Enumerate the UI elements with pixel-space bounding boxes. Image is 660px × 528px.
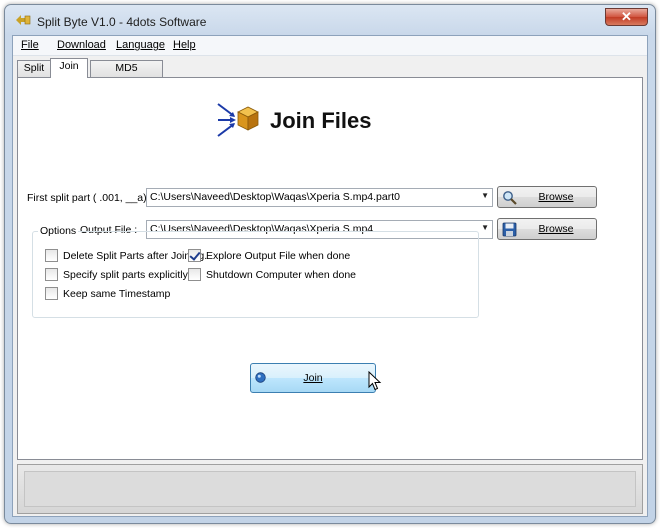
browse-label: Browse	[538, 223, 574, 235]
menu-help[interactable]: Help	[173, 39, 196, 51]
checkbox-box[interactable]	[45, 268, 58, 281]
floppy-disk-icon	[502, 222, 517, 237]
browse-label: Browse	[538, 191, 574, 203]
delete-split-parts-checkbox[interactable]: Delete Split Parts after Joining.	[45, 249, 207, 262]
explore-output-checkbox[interactable]: Explore Output File when done	[188, 249, 350, 262]
menu-file[interactable]: File	[21, 39, 39, 51]
shutdown-computer-checkbox[interactable]: Shutdown Computer when done	[188, 268, 356, 281]
client-area: File Download Language Help Split Join M…	[12, 35, 648, 517]
checkbox-box[interactable]	[188, 268, 201, 281]
checkbox-label: Specify split parts explicitly	[63, 268, 188, 281]
join-button-label: Join	[303, 372, 323, 384]
specify-parts-checkbox[interactable]: Specify split parts explicitly	[45, 268, 188, 281]
first-part-combo[interactable]: C:\Users\Naveed\Desktop\Waqas\Xperia S.m…	[146, 188, 493, 207]
tab-join[interactable]: Join	[50, 58, 88, 78]
chevron-down-icon[interactable]: ▼	[481, 223, 489, 232]
checkbox-label: Keep same Timestamp	[63, 287, 171, 300]
tab-md5-checksum[interactable]: MD5 Checksum	[90, 60, 163, 89]
checkbox-box[interactable]	[45, 287, 58, 300]
status-bar	[17, 464, 643, 514]
checkbox-label: Shutdown Computer when done	[206, 268, 357, 281]
window-title: Split Byte V1.0 - 4dots Software	[37, 15, 207, 29]
checkbox-box[interactable]	[45, 249, 58, 262]
status-panel	[24, 471, 636, 507]
menu-download[interactable]: Download	[57, 39, 106, 51]
close-button[interactable]: ✕	[605, 8, 648, 26]
chevron-down-icon[interactable]: ▼	[481, 191, 489, 200]
magnifier-icon	[503, 191, 517, 205]
join-button[interactable]: Join	[250, 363, 376, 393]
menu-bar: File Download Language Help	[13, 36, 647, 56]
keep-timestamp-checkbox[interactable]: Keep same Timestamp	[45, 287, 170, 300]
first-part-label: First split part ( .001, __a) :	[27, 192, 153, 204]
join-files-icon	[217, 103, 259, 137]
app-icon	[16, 15, 31, 25]
browse-first-part-button[interactable]: Browse	[497, 186, 597, 208]
checkbox-label: Delete Split Parts after Joining.	[63, 249, 208, 262]
menu-language[interactable]: Language	[116, 39, 165, 51]
options-group: Options Delete Split Parts after Joining…	[32, 225, 479, 318]
title-bar[interactable]: Split Byte V1.0 - 4dots Software ✕	[5, 5, 655, 35]
join-panel: Join Files First split part ( .001, __a)…	[17, 77, 643, 460]
mouse-pointer-icon	[368, 371, 382, 391]
first-part-value: C:\Users\Naveed\Desktop\Waqas\Xperia S.m…	[150, 191, 400, 203]
app-window: Split Byte V1.0 - 4dots Software ✕ File …	[4, 4, 656, 524]
options-title: Options	[38, 225, 79, 237]
page-heading: Join Files	[270, 108, 372, 133]
tab-split[interactable]: Split	[17, 60, 51, 77]
browse-output-button[interactable]: Browse	[497, 218, 597, 240]
tab-strip: Split Join MD5 Checksum	[13, 58, 647, 89]
checkbox-box[interactable]	[188, 249, 201, 262]
checkbox-label: Explore Output File when done	[206, 249, 351, 262]
